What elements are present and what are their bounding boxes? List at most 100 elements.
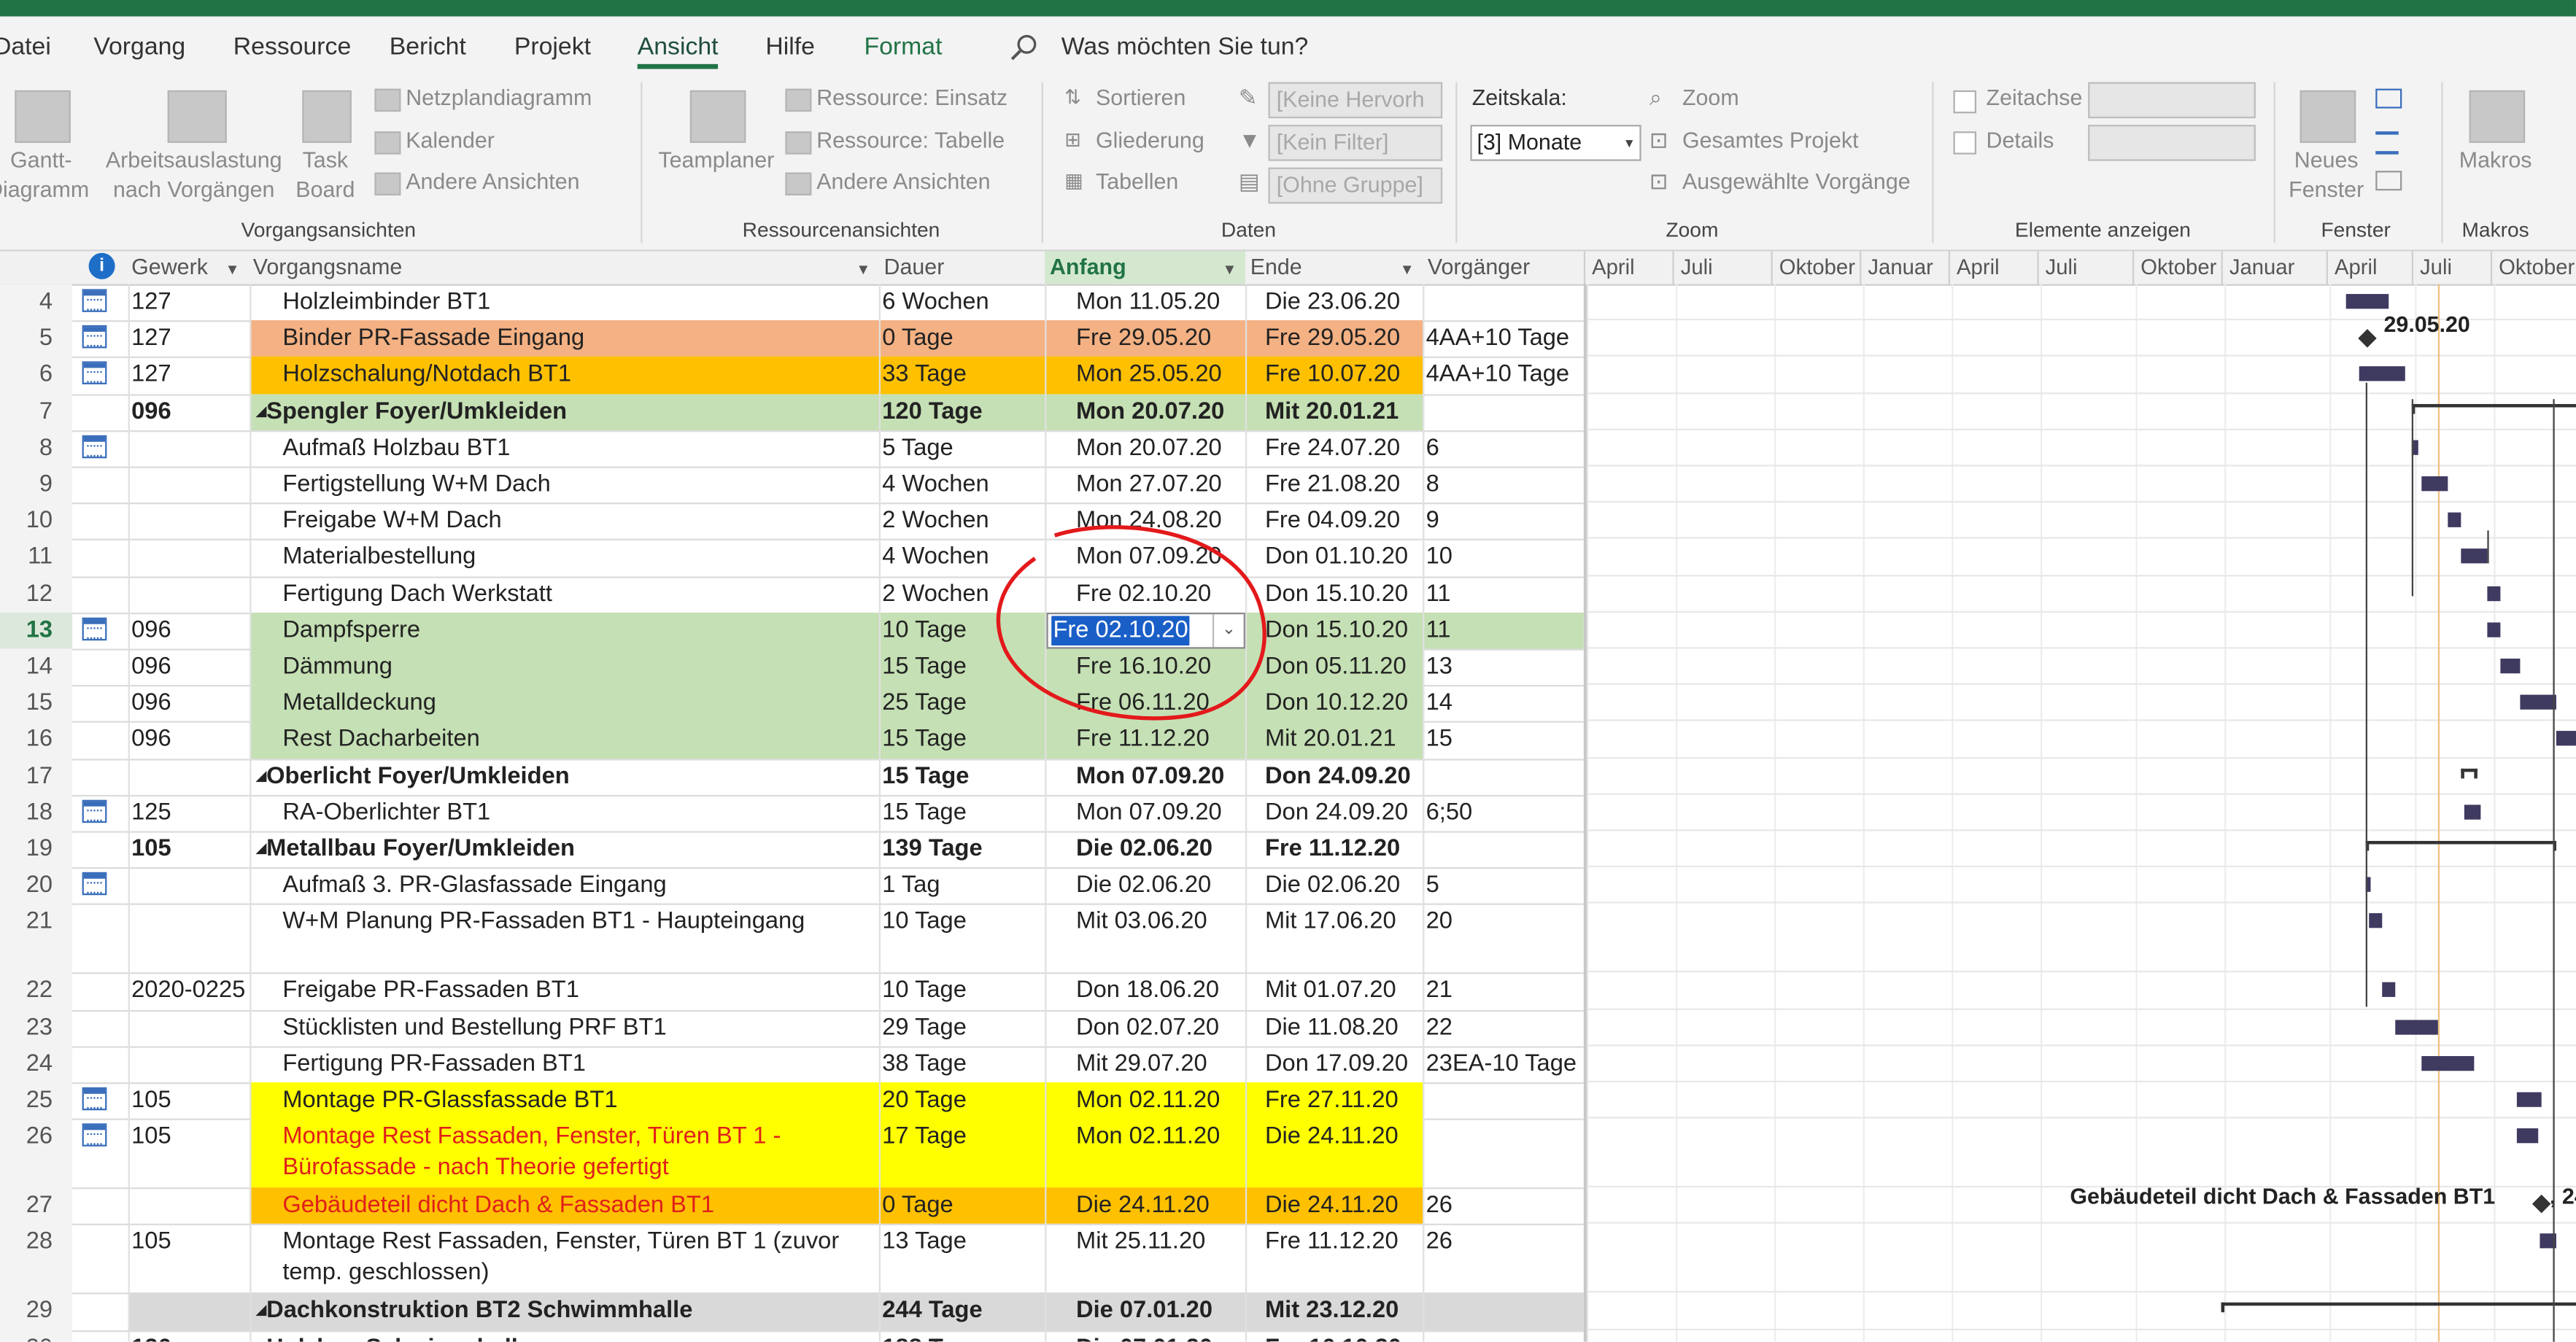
cell-vorg[interactable]: 6;50: [1426, 796, 1473, 829]
cell-ende[interactable]: Die 11.08.20: [1265, 1011, 1399, 1044]
cell-dauer[interactable]: 15 Tage: [882, 760, 969, 793]
cell-vorg[interactable]: 11: [1426, 614, 1451, 647]
task-row-19[interactable]: 19 105 ◢Metallbau Foyer/Umkleiden 139 Tage D…: [0, 831, 1584, 869]
cell-anfang[interactable]: Mon 02.11.20: [1076, 1120, 1220, 1153]
cell-dauer[interactable]: 0 Tage: [882, 322, 953, 355]
task-usage-icon[interactable]: [167, 90, 227, 143]
cell-vorg[interactable]: 11: [1426, 578, 1451, 610]
cell-ende[interactable]: Don 17.09.20: [1265, 1047, 1408, 1080]
cell-anfang[interactable]: Die 07.01.20: [1076, 1295, 1212, 1327]
task-row-8[interactable]: 8 Aufmaß Holzbau BT1 5 Tage Mon 20.07.20 Fre…: [0, 430, 1584, 468]
collapse-triangle-icon[interactable]: ◢: [256, 768, 266, 783]
calendar-indicator-icon[interactable]: [82, 1087, 107, 1111]
task-row-11[interactable]: 11 Materialbestellung 4 Wochen Mon 07.09.20…: [0, 539, 1584, 578]
collapse-triangle-icon[interactable]: ◢: [256, 1303, 266, 1318]
task-row-25[interactable]: 25 105 Montage PR-Glassfassade BT1 20 Tage M…: [0, 1082, 1584, 1121]
cell-name[interactable]: Materialbestellung: [282, 541, 476, 574]
cell-vorg[interactable]: 26: [1426, 1226, 1453, 1259]
gantt-bar[interactable]: [2487, 622, 2501, 637]
row-number[interactable]: 6: [0, 357, 73, 394]
cell-dauer[interactable]: 17 Tage: [882, 1120, 967, 1153]
sort-button[interactable]: Sortieren: [1096, 85, 1185, 110]
task-board-icon[interactable]: [302, 90, 352, 143]
cell-name[interactable]: Aufmaß 3. PR-Glasfassade Eingang: [282, 869, 666, 902]
row-number[interactable]: 8: [0, 430, 73, 467]
calendar-indicator-icon[interactable]: [82, 1123, 107, 1147]
tab-hilfe[interactable]: Hilfe: [765, 33, 815, 61]
gantt-bar[interactable]: [2516, 1092, 2542, 1107]
tab-vorgang[interactable]: Vorgang: [93, 33, 185, 61]
cell-vorg[interactable]: 5: [1426, 869, 1439, 902]
details-checkbox[interactable]: [1953, 131, 1977, 155]
task-row-15[interactable]: 15 096 Metalldeckung 25 Tage Fre 06.11.20 Don…: [0, 685, 1584, 724]
cell-anfang[interactable]: Mon 02.11.20: [1076, 1084, 1220, 1117]
cell-ende[interactable]: Don 24.09.20: [1265, 796, 1408, 829]
row-number[interactable]: 25: [0, 1082, 73, 1119]
calendar-indicator-icon[interactable]: [82, 799, 107, 823]
cell-ende[interactable]: Don 01.10.20: [1265, 541, 1408, 574]
task-row-29[interactable]: 29 ◢Dachkonstruktion BT2 Schwimmhalle 244 …: [0, 1293, 1584, 1332]
gantt-bar[interactable]: [2464, 804, 2481, 820]
cell-anfang[interactable]: Mon 11.05.20: [1076, 286, 1220, 319]
cell-ende[interactable]: Don 24.09.20: [1265, 760, 1411, 793]
cell-ende[interactable]: Don 10.12.20: [1265, 687, 1408, 720]
cell-anfang[interactable]: Mon 07.09.20: [1076, 796, 1222, 829]
info-icon[interactable]: i: [88, 252, 115, 279]
task-row-27[interactable]: 27 Gebäudeteil dicht Dach & Fassaden BT1 0…: [0, 1187, 1584, 1226]
cell-name[interactable]: ◢Holzbau Schwimmhalle: [256, 1331, 531, 1342]
cell-anfang[interactable]: Mon 07.09.20: [1076, 760, 1224, 793]
milestone-diamond[interactable]: [2358, 329, 2377, 349]
cell-anfang[interactable]: Die 07.01.20: [1076, 1331, 1212, 1342]
column-header-ende[interactable]: Ende: [1250, 255, 1302, 279]
cell-anfang[interactable]: Die 02.06.20: [1076, 869, 1211, 902]
cell-name[interactable]: Fertigung PR-Fassaden BT1: [282, 1047, 586, 1080]
row-number[interactable]: 24: [0, 1046, 73, 1082]
task-row-17[interactable]: 17 ◢Oberlicht Foyer/Umkleiden 15 Tage Mon 0…: [0, 758, 1584, 796]
cell-gewerk[interactable]: 096: [131, 687, 171, 720]
cell-name[interactable]: Fertigung Dach Werkstatt: [282, 578, 552, 610]
cell-name[interactable]: Gebäudeteil dicht Dach & Fassaden BT1: [282, 1190, 714, 1222]
milestone-diamond[interactable]: [2531, 1195, 2551, 1214]
cell-anfang[interactable]: Die 02.06.20: [1076, 833, 1212, 866]
cell-anfang[interactable]: Don 18.06.20: [1076, 974, 1219, 1007]
cell-dauer[interactable]: 15 Tage: [882, 724, 967, 756]
tab-ressource[interactable]: Ressource: [233, 33, 351, 61]
cell-name[interactable]: Stücklisten und Bestellung PRF BT1: [282, 1011, 666, 1044]
row-number[interactable]: 11: [0, 539, 73, 576]
cell-anfang[interactable]: Mon 27.07.20: [1076, 468, 1222, 501]
task-row-14[interactable]: 14 096 Dämmung 15 Tage Fre 16.10.20 Don 05.11…: [0, 648, 1584, 687]
cell-name[interactable]: Freigabe W+M Dach: [282, 505, 501, 538]
calendar-indicator-icon[interactable]: [82, 289, 107, 312]
tell-me-search[interactable]: Was möchten Sie tun?: [1061, 33, 1309, 61]
cell-dauer[interactable]: 20 Tage: [882, 1084, 967, 1117]
cell-dauer[interactable]: 38 Tage: [882, 1047, 967, 1080]
row-number[interactable]: 5: [0, 320, 73, 357]
cell-gewerk[interactable]: 096: [131, 651, 171, 683]
cell-anfang[interactable]: Fre 29.05.20: [1076, 322, 1211, 355]
timeline-checkbox[interactable]: [1953, 90, 1977, 114]
cell-vorg[interactable]: 6: [1426, 432, 1439, 465]
cell-dauer[interactable]: 188 Tage: [882, 1331, 982, 1342]
team-planner-icon[interactable]: [689, 90, 746, 143]
task-row-7[interactable]: 7 096 ◢Spengler Foyer/Umkleiden 120 Tage Mon…: [0, 393, 1584, 432]
gantt-bar[interactable]: [2345, 294, 2389, 309]
cell-dauer[interactable]: 33 Tage: [882, 359, 967, 392]
cell-dauer[interactable]: 10 Tage: [882, 906, 967, 939]
cell-name[interactable]: ◢Spengler Foyer/Umkleiden: [256, 395, 567, 428]
cell-vorg[interactable]: 21: [1426, 974, 1453, 1007]
cell-name[interactable]: Montage PR-Glassfassade BT1: [282, 1084, 617, 1117]
cell-ende[interactable]: Fre 10.07.20: [1265, 359, 1400, 392]
task-row-13[interactable]: 13 096 Dampfsperre 10 Tage Don 15.10.20 11 Fre…: [0, 612, 1584, 651]
cell-ende[interactable]: Die 24.11.20: [1265, 1120, 1399, 1153]
cell-gewerk[interactable]: 127: [131, 322, 171, 355]
cell-dauer[interactable]: 139 Tage: [882, 833, 982, 866]
cell-gewerk[interactable]: 105: [131, 1084, 171, 1117]
task-board-label2[interactable]: Board: [282, 176, 368, 206]
calendar-indicator-icon[interactable]: [82, 362, 107, 385]
chevron-down-icon[interactable]: ▼: [1400, 261, 1415, 278]
task-row-22[interactable]: 22 2020-0225 Freigabe PR-Fassaden BT1 10 Ta…: [0, 973, 1584, 1012]
zoom-button[interactable]: Zoom: [1682, 85, 1739, 110]
gantt-summary-bar[interactable]: [2461, 767, 2478, 778]
cell-anfang[interactable]: Mit 29.07.20: [1076, 1047, 1207, 1080]
collapse-triangle-icon[interactable]: ◢: [256, 1340, 266, 1342]
